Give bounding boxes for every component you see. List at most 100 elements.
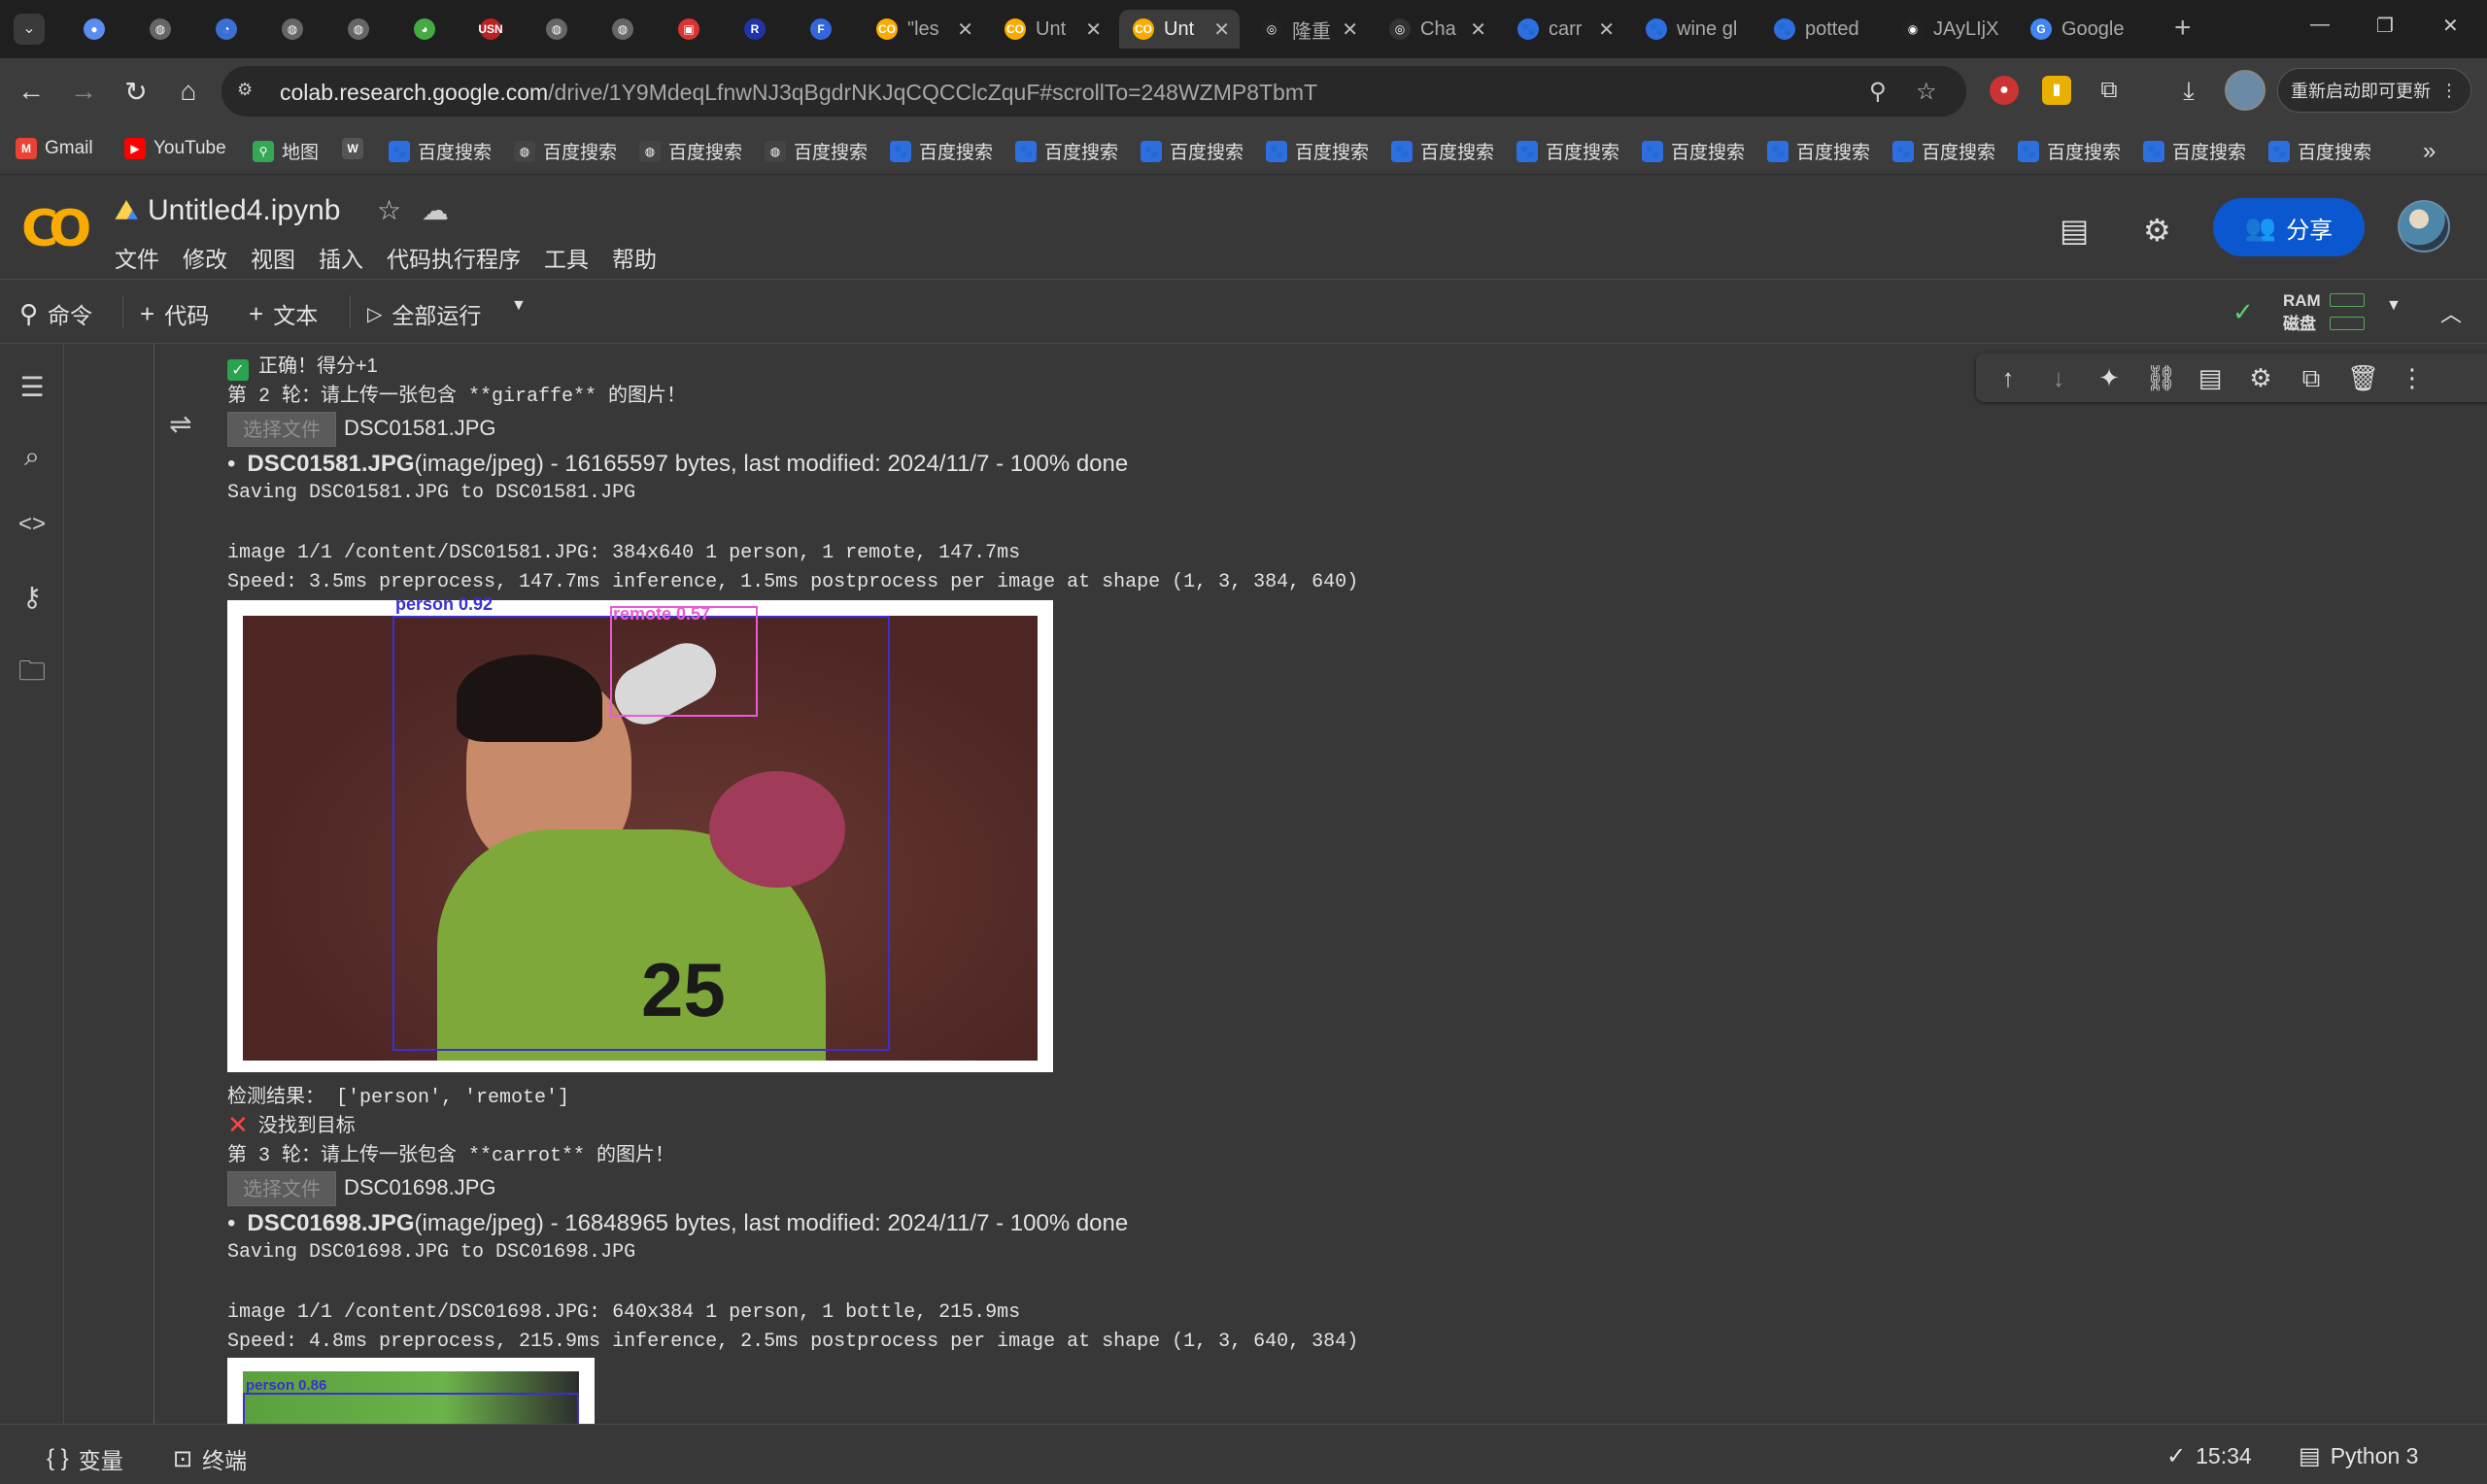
bookmark-item[interactable]: ▶ YouTube	[124, 138, 226, 159]
browser-tab[interactable]: 🐾 carr ✕	[1504, 10, 1624, 49]
bookmark-item[interactable]: 🐾 百度搜索	[2018, 138, 2121, 164]
browser-tab[interactable]: CO Unt ✕	[1119, 10, 1240, 49]
settings-gear-icon[interactable]: ⚙	[2143, 212, 2171, 249]
tab-close-icon[interactable]: ✕	[1085, 17, 1102, 42]
browser-tab[interactable]: 🐾 wine gl	[1632, 10, 1753, 49]
browser-tab[interactable]: ◍	[598, 10, 659, 49]
bookmark-item[interactable]: 🐾 百度搜索	[890, 138, 993, 164]
runtime-dropdown-icon[interactable]: ▼	[2386, 297, 2402, 315]
extension-yellow-icon[interactable]: ▮	[2042, 76, 2071, 105]
connected-check-icon[interactable]: ✓	[2232, 297, 2254, 327]
site-info-icon[interactable]: ⚙	[237, 80, 260, 103]
colab-logo[interactable]: CO	[21, 200, 91, 258]
link-icon[interactable]: ⛓	[2145, 363, 2177, 393]
bookmark-item[interactable]: 🐾 百度搜索	[2268, 138, 2371, 164]
tab-search-chevron-icon[interactable]: ⌄	[14, 14, 45, 45]
bookmark-item[interactable]: 🐾 百度搜索	[1767, 138, 1870, 164]
cloud-save-icon[interactable]: ☁	[422, 194, 449, 226]
browser-tab[interactable]: ◍	[532, 10, 593, 49]
move-down-icon[interactable]: ↓	[2044, 363, 2073, 393]
more-options-icon[interactable]: ⋮	[2398, 363, 2427, 393]
share-button[interactable]: 👥 分享	[2213, 198, 2365, 256]
find-replace-icon[interactable]: ⌕	[16, 441, 49, 473]
bookmark-star-icon[interactable]: ☆	[1916, 78, 1937, 106]
restore-icon[interactable]: ❐	[2376, 14, 2394, 38]
reload-icon[interactable]: ↻	[120, 76, 152, 108]
bookmark-item[interactable]: 🐾 百度搜索	[1266, 138, 1369, 164]
comment-icon[interactable]: ▤	[2196, 363, 2225, 393]
tab-close-icon[interactable]: ✕	[1213, 17, 1230, 42]
menu-item[interactable]: 代码执行程序	[387, 241, 521, 274]
bookmark-item[interactable]: 🐾 百度搜索	[389, 138, 492, 164]
browser-tab[interactable]: ◎ 隆重 ✕	[1247, 10, 1368, 49]
tab-close-icon[interactable]: ✕	[957, 17, 973, 42]
bookmark-item[interactable]: 🐾 百度搜索	[1892, 138, 1995, 164]
variables-button[interactable]: { } 变量	[47, 1442, 123, 1475]
browser-tab[interactable]: 🐾 potted	[1760, 10, 1881, 49]
move-up-icon[interactable]: ↑	[1993, 363, 2023, 393]
bookmark-item[interactable]: 🐾 百度搜索	[1642, 138, 1745, 164]
browser-profile-avatar[interactable]	[2225, 70, 2266, 111]
bookmark-item[interactable]: 🐾 百度搜索	[1015, 138, 1118, 164]
bookmarks-overflow-icon[interactable]: »	[2423, 138, 2436, 165]
browser-tab[interactable]: ◍	[136, 10, 196, 49]
add-text-button[interactable]: + 文本	[249, 297, 318, 330]
cell-settings-gear-icon[interactable]: ⚙	[2246, 363, 2275, 393]
runtime-status[interactable]: ▤ Python 3	[2299, 1442, 2418, 1470]
notebook-title-text[interactable]: Untitled4.ipynb	[148, 194, 340, 227]
extension-red-icon[interactable]: ●	[1990, 76, 2019, 105]
add-code-button[interactable]: + 代码	[140, 297, 209, 330]
bookmark-item[interactable]: 🐾 百度搜索	[2143, 138, 2246, 164]
bookmark-item[interactable]: 🐾 百度搜索	[1516, 138, 1619, 164]
tab-close-icon[interactable]: ✕	[1470, 17, 1486, 42]
files-folder-icon[interactable]: 🗀	[16, 651, 49, 697]
address-bar[interactable]: ⚙ colab.research.google.com/drive/1Y9Mde…	[221, 66, 1966, 117]
browser-tab[interactable]: G Google	[2017, 10, 2137, 49]
menu-item[interactable]: 插入	[319, 241, 363, 274]
resource-monitor[interactable]: RAM 磁盘	[2283, 289, 2321, 336]
bookmark-item[interactable]: M Gmail	[16, 138, 93, 159]
browser-tab[interactable]: ◉ JAyLIjX	[1889, 10, 2009, 49]
menu-item[interactable]: 工具	[544, 241, 589, 274]
minimize-icon[interactable]: —	[2310, 14, 2330, 36]
bookmark-item[interactable]: ⚲ 地图	[253, 138, 319, 164]
browser-tab[interactable]: R	[731, 10, 791, 49]
output-actions-icon[interactable]: ⇌	[169, 408, 191, 440]
delete-trash-icon[interactable]: 🗑	[2347, 363, 2379, 393]
collapse-header-icon[interactable]: ︿	[2440, 297, 2462, 328]
close-window-icon[interactable]: ✕	[2442, 14, 2459, 38]
bookmark-item[interactable]: ◍ 百度搜索	[765, 138, 868, 164]
comments-icon[interactable]: ▤	[2060, 212, 2089, 249]
notebook-title[interactable]: Untitled4.ipynb	[115, 194, 340, 227]
code-snippets-icon[interactable]: <>	[16, 511, 49, 538]
browser-tab[interactable]: F	[797, 10, 857, 49]
mirror-cell-icon[interactable]: ⧉	[2297, 363, 2326, 394]
bookmark-item[interactable]: W	[342, 138, 371, 159]
gemini-sparkle-icon[interactable]: ✦	[2095, 363, 2124, 393]
user-avatar[interactable]	[2398, 200, 2450, 253]
bookmark-item[interactable]: 🐾 百度搜索	[1141, 138, 1244, 164]
forward-arrow-icon[interactable]: →	[68, 76, 99, 107]
browser-tab[interactable]: CO Unt ✕	[991, 10, 1111, 49]
extensions-puzzle-icon[interactable]: ⧉	[2095, 76, 2124, 105]
home-icon[interactable]: ⌂	[173, 76, 204, 107]
choose-file-button[interactable]: 选择文件	[227, 1171, 336, 1206]
back-arrow-icon[interactable]: ←	[16, 76, 47, 107]
bookmark-item[interactable]: ◍ 百度搜索	[639, 138, 742, 164]
command-palette-button[interactable]: ⚲ 命令	[19, 297, 92, 330]
execution-status[interactable]: ✓ 15:34	[2166, 1442, 2252, 1470]
menu-item[interactable]: 修改	[183, 241, 227, 274]
terminal-button[interactable]: ⊡ 终端	[173, 1442, 247, 1475]
zoom-icon[interactable]: ⚲	[1869, 78, 1887, 106]
browser-tab[interactable]: ▣	[664, 10, 725, 49]
update-button[interactable]: 重新启动即可更新 ⋮	[2277, 68, 2471, 113]
menu-item[interactable]: 视图	[251, 241, 295, 274]
browser-tab[interactable]: ◍	[268, 10, 328, 49]
browser-tab[interactable]: ◔	[202, 10, 262, 49]
menu-item[interactable]: 文件	[115, 241, 159, 274]
browser-tab[interactable]: ●	[70, 10, 130, 49]
run-all-button[interactable]: ▷ 全部运行	[367, 297, 481, 330]
tab-close-icon[interactable]: ✕	[1598, 17, 1615, 42]
browser-tab[interactable]: ◕	[400, 10, 460, 49]
browser-tab[interactable]: CO "les ✕	[863, 10, 983, 49]
